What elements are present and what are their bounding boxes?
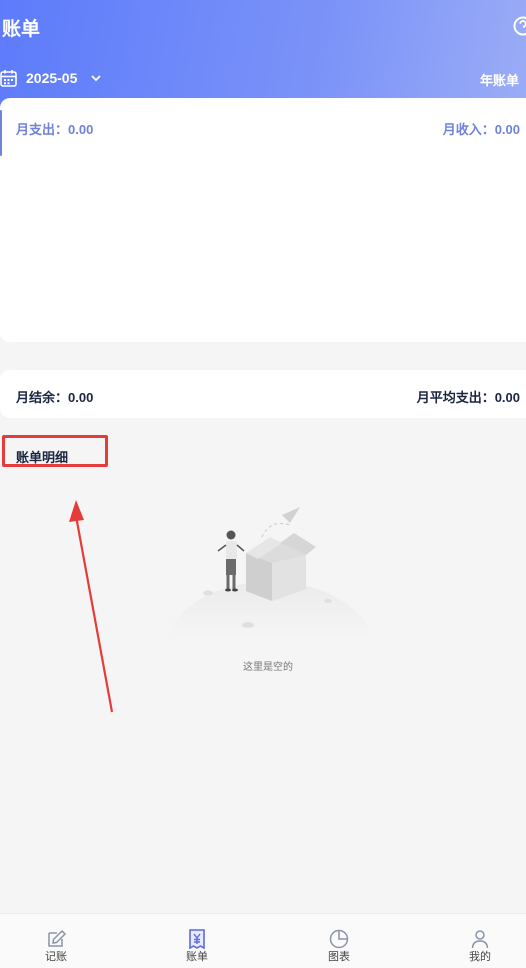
monthly-balance: 月结余：0.00	[16, 390, 94, 405]
card-accent-edge	[0, 110, 2, 156]
nav-label-bill: 账单	[186, 951, 208, 963]
nav-item-bill[interactable]: 账单	[167, 928, 227, 965]
user-icon	[471, 930, 489, 949]
month-selector[interactable]: 2025-05	[0, 68, 102, 88]
monthly-summary-card: 月支出：0.00 月收入：0.00	[0, 98, 526, 342]
calendar-icon	[0, 70, 17, 87]
chart-icon	[329, 929, 349, 949]
annotation-highlight-box	[2, 435, 108, 467]
pencil-icon	[48, 929, 67, 947]
nav-item-chart[interactable]: 图表	[309, 928, 369, 965]
nav-label-chart: 图表	[328, 951, 350, 963]
empty-state-text: 这里是空的	[243, 662, 293, 673]
empty-state-illustration	[166, 507, 374, 637]
page-title: 账单	[2, 19, 41, 40]
monthly-average-expense: 月平均支出：0.00	[416, 390, 520, 405]
monthly-expense: 月支出：0.00	[16, 122, 94, 137]
chevron-down-icon	[91, 75, 102, 82]
bottom-navigation: 记账 账单 图表 我的	[0, 913, 526, 968]
nav-label-record: 记账	[45, 951, 67, 963]
bill-icon	[189, 929, 205, 950]
year-bill-button[interactable]: 年账单	[480, 70, 519, 89]
nav-label-mine: 我的	[469, 951, 491, 963]
annotation-arrow	[69, 500, 114, 713]
selected-month: 2025-05	[26, 70, 78, 86]
nav-item-mine[interactable]: 我的	[450, 928, 510, 965]
nav-item-record[interactable]: 记账	[26, 928, 86, 965]
balance-card: 月结余：0.00 月平均支出：0.00	[0, 370, 526, 418]
monthly-income: 月收入：0.00	[442, 122, 520, 137]
help-icon[interactable]	[512, 15, 526, 37]
year-bill-label: 年账单	[480, 73, 520, 88]
